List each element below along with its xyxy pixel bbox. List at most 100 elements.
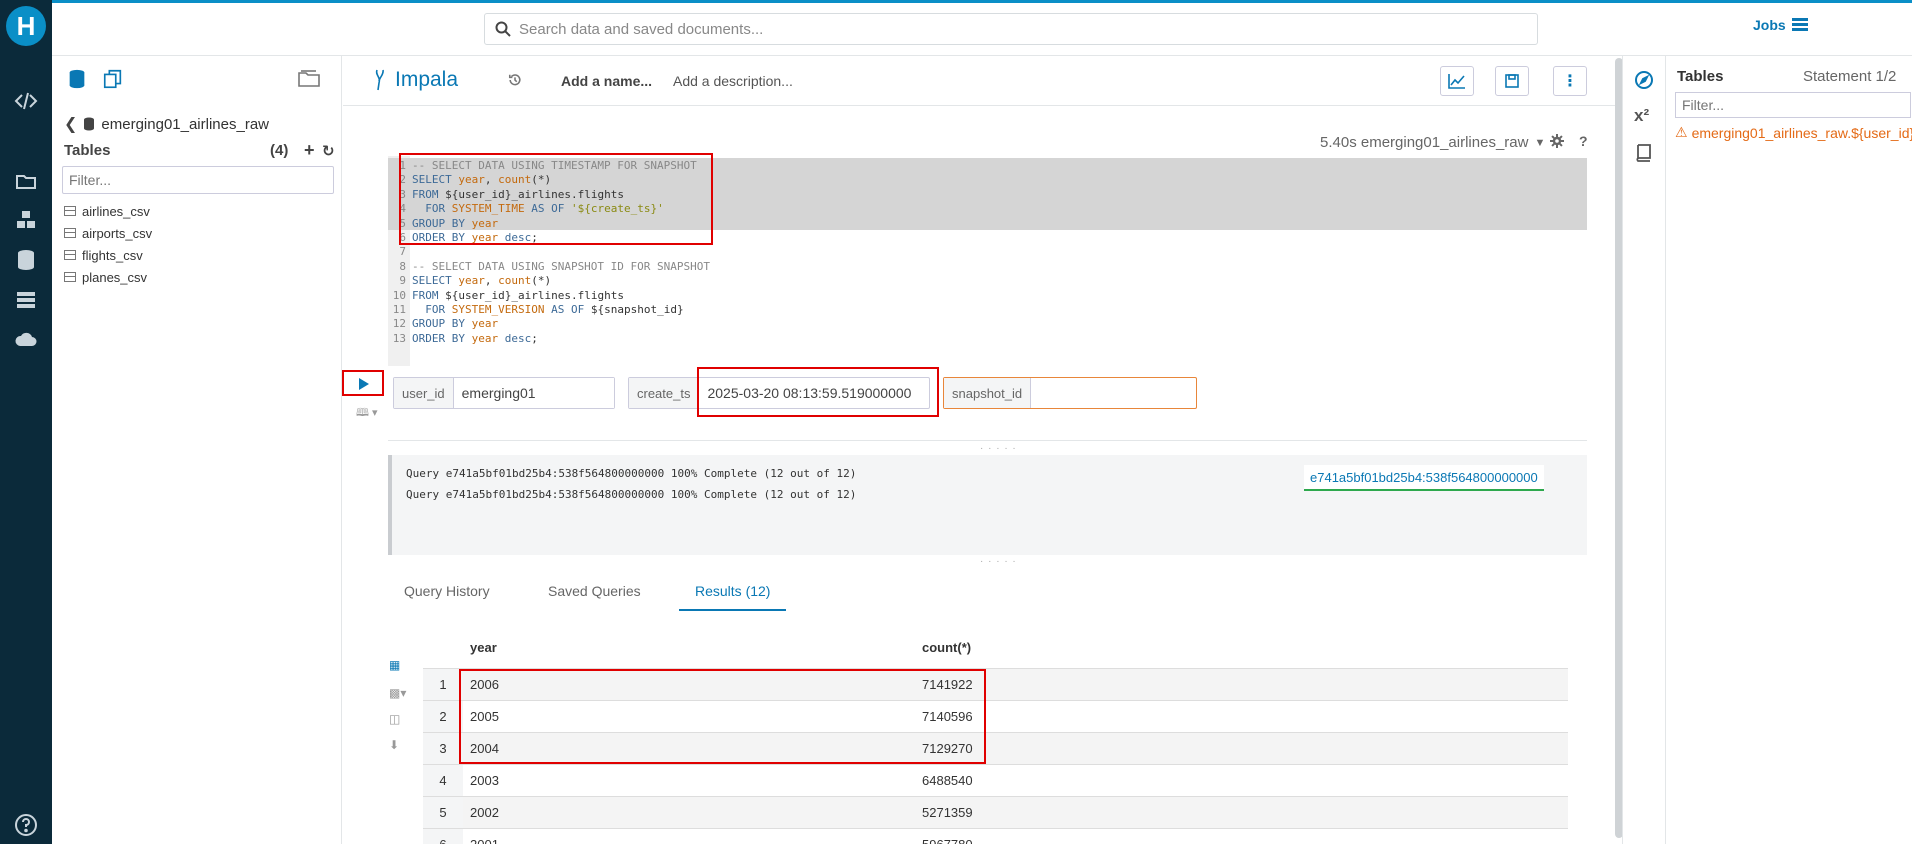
back-chevron-icon[interactable]: ❮	[64, 114, 77, 134]
book-icon[interactable]	[1634, 144, 1652, 167]
top-bar: Jobs	[52, 0, 1912, 56]
user-id-input[interactable]	[453, 378, 614, 408]
list-item[interactable]: planes_csv	[64, 266, 152, 288]
table-warning-item[interactable]: ⚠ emerging01_airlines_raw.${user_id}	[1675, 124, 1912, 141]
tables-filter-input[interactable]	[62, 166, 334, 194]
query-id-link[interactable]: e741a5bf01bd25b4:538f564800000000	[1304, 465, 1544, 491]
code-text: FOR SYSTEM_VERSION AS OF ${snapshot_id}	[425, 303, 684, 316]
help-icon[interactable]: ?	[1579, 133, 1588, 149]
table-row[interactable]: 4 2003 6488540	[423, 764, 1568, 796]
tab-query-history[interactable]: Query History	[404, 583, 490, 609]
table-icon	[64, 272, 76, 282]
right-assist-panel: Tables Statement 1/2 ⚠ emerging01_airlin…	[1667, 56, 1912, 844]
code-line: 12 GROUP BY year	[388, 317, 498, 331]
global-search[interactable]	[484, 13, 1538, 45]
table-row[interactable]: 5 2002 5271359	[423, 796, 1568, 828]
table-icon	[64, 206, 76, 216]
refresh-icon[interactable]: ↻	[322, 142, 335, 160]
resize-handle[interactable]: · · · · ·	[980, 556, 1017, 567]
engine-name: Impala	[395, 68, 459, 91]
chart-button[interactable]	[1440, 66, 1474, 96]
tab-saved-queries[interactable]: Saved Queries	[548, 583, 641, 609]
line-chart-icon	[1448, 74, 1465, 89]
engine-selector[interactable]: Impala	[373, 68, 458, 92]
database-icon[interactable]	[0, 245, 52, 275]
param-label: user_id	[394, 378, 454, 408]
tab-results[interactable]: Results (12)	[679, 583, 787, 611]
table-icon	[64, 228, 76, 238]
param-label: snapshot_id	[944, 378, 1032, 408]
database-icon[interactable]	[66, 68, 88, 90]
sql-code-editor[interactable]: 1 -- SELECT DATA USING TIMESTAMP FOR SNAP…	[388, 156, 1587, 366]
editor-code-icon[interactable]	[0, 86, 52, 116]
list-item[interactable]: flights_csv	[64, 244, 152, 266]
jobs-button[interactable]: Jobs	[1753, 17, 1808, 33]
explain-book-icon[interactable]: 🕮 ▾	[356, 404, 378, 423]
code-line: 6 ORDER BY year desc;	[388, 231, 538, 245]
list-item[interactable]: airlines_csv	[64, 200, 152, 222]
cloud-upload-icon[interactable]	[0, 325, 52, 355]
save-button[interactable]	[1495, 66, 1529, 96]
table-name: airports_csv	[82, 225, 153, 241]
table-row[interactable]: 3 2004 7129270	[423, 732, 1568, 764]
results-tabs: Query History Saved Queries Results (12)	[388, 575, 1587, 611]
columns-icon[interactable]: ◫	[389, 712, 400, 726]
database-breadcrumb[interactable]: ❮ emerging01_airlines_raw	[64, 114, 269, 134]
grid-view-icon[interactable]: ▦	[389, 658, 400, 672]
table-name: airlines_csv	[82, 203, 150, 219]
snapshot-id-input[interactable]	[1031, 378, 1192, 408]
log-line: Query e741a5bf01bd25b4:538f564800000000 …	[406, 467, 857, 480]
bar-chart-icon[interactable]: ▩▾	[389, 686, 406, 700]
add-table-icon[interactable]: +	[304, 140, 315, 161]
table-row[interactable]: 2 2005 7140596	[423, 700, 1568, 732]
database-name: emerging01_airlines_raw	[101, 115, 269, 133]
folder-open-icon[interactable]	[298, 68, 320, 93]
documents-folder-icon[interactable]	[0, 166, 52, 196]
cell-year: 2001	[470, 829, 499, 844]
code-line: 9 SELECT year, count(*)	[388, 274, 551, 288]
code-text: FROM ${user_id}_airlines.flights	[412, 187, 624, 201]
more-options-button[interactable]: ⋮	[1553, 66, 1587, 96]
add-description-field[interactable]: Add a description...	[673, 73, 793, 89]
right-filter-input[interactable]	[1675, 92, 1911, 118]
resize-handle[interactable]: · · · · ·	[980, 443, 1017, 454]
cell-count: 6488540	[922, 773, 973, 788]
code-line: 13 ORDER BY year desc;	[388, 332, 538, 346]
list-item[interactable]: airports_csv	[64, 222, 152, 244]
table-row[interactable]: 1 2006 7141922	[423, 668, 1568, 700]
compass-icon[interactable]	[1634, 70, 1654, 95]
cell-count: 7129270	[922, 741, 973, 756]
query-history-icon[interactable]	[508, 73, 522, 92]
gear-icon[interactable]	[1550, 134, 1564, 153]
line-number: 8	[399, 259, 406, 273]
cell-count: 7141922	[922, 677, 973, 692]
functions-superscript-icon[interactable]: x²	[1634, 106, 1649, 126]
top-accent-line	[52, 0, 1912, 3]
data-cubes-icon[interactable]	[0, 205, 52, 235]
jobs-list-icon[interactable]	[0, 285, 52, 315]
floppy-disk-icon	[1505, 74, 1519, 88]
add-name-field[interactable]: Add a name...	[561, 73, 652, 89]
execution-info[interactable]: 5.40s emerging01_airlines_raw ▼	[1320, 134, 1545, 151]
code-text: -- SELECT DATA USING TIMESTAMP FOR SNAPS…	[412, 159, 697, 172]
create-ts-input[interactable]	[699, 378, 928, 408]
table-icon	[64, 250, 76, 260]
cell-year: 2005	[470, 709, 499, 724]
column-header-year[interactable]: year	[470, 640, 497, 655]
assist-panel: ❮ emerging01_airlines_raw Tables (4) + ↻…	[52, 56, 342, 844]
table-row[interactable]: 6 2001 5967780	[423, 828, 1568, 844]
hue-logo[interactable]: H	[0, 0, 52, 52]
documents-copy-icon[interactable]	[102, 68, 124, 90]
editor-results-divider[interactable]	[388, 440, 1587, 441]
run-button[interactable]	[345, 372, 383, 396]
help-circle-icon[interactable]	[0, 810, 52, 840]
code-line: 10 FROM ${user_id}_airlines.flights	[388, 289, 624, 303]
code-text: GROUP BY year	[412, 317, 499, 331]
code-line: 8 -- SELECT DATA USING SNAPSHOT ID FOR SN…	[388, 260, 710, 274]
download-icon[interactable]: ⬇	[389, 738, 399, 752]
line-number: 7	[399, 245, 406, 259]
line-number: 2	[399, 173, 406, 187]
search-input[interactable]	[519, 20, 1457, 38]
column-header-count[interactable]: count(*)	[922, 640, 971, 655]
code-line: 5 GROUP BY year	[388, 217, 498, 231]
